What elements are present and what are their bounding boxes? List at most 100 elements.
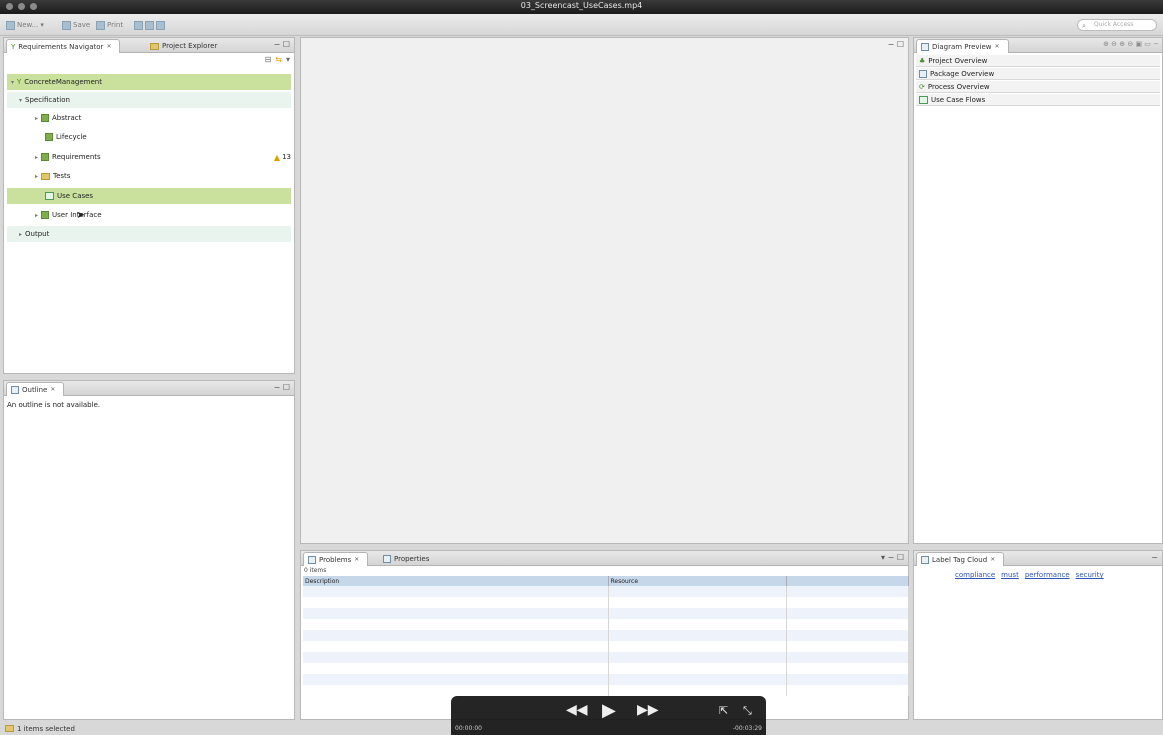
- editor-area[interactable]: − ☐: [300, 37, 909, 544]
- process-overview-icon: ⟳: [919, 82, 925, 91]
- minimize-maximize-controls[interactable]: − ☐: [274, 40, 290, 49]
- diagram-preview-tabrow: Diagram Preview ✕ ⊕ ⊖ ⊕ ⊖ ▣ ▭ −: [914, 38, 1162, 53]
- diagram-preview-icon: [921, 42, 929, 51]
- table-row: [303, 641, 909, 652]
- expand-arrow-icon[interactable]: ▾: [11, 79, 14, 86]
- navigator-icon: Y: [11, 42, 16, 51]
- play-icon[interactable]: ▶: [602, 700, 616, 721]
- tag-link[interactable]: security: [1076, 571, 1104, 579]
- tab-problems[interactable]: Problems ✕: [303, 552, 369, 566]
- tab-project-explorer-label: Project Explorer: [162, 42, 218, 50]
- window-titlebar: 03_Screencast_UseCases.mp4: [0, 0, 1163, 14]
- share-icon[interactable]: ⇱: [719, 704, 728, 717]
- tag-link[interactable]: performance: [1025, 571, 1070, 579]
- print-icon: [96, 20, 105, 30]
- print-button[interactable]: Print: [96, 19, 123, 31]
- table-row: [303, 674, 909, 685]
- tree-item-label: Requirements: [52, 153, 101, 161]
- fullscreen-icon[interactable]: ⤡: [743, 704, 752, 718]
- expand-arrow-icon[interactable]: ▸: [35, 154, 38, 161]
- requirements-icon: [45, 133, 53, 141]
- quick-access-search[interactable]: ⌕ Quick Access: [1077, 19, 1157, 31]
- tree-item-lifecycle[interactable]: Lifecycle: [7, 129, 291, 145]
- tree-item-use-cases[interactable]: Use Cases: [7, 188, 291, 204]
- expand-arrow-icon[interactable]: ▸: [35, 115, 38, 122]
- table-header-row: Description Resource: [303, 576, 909, 586]
- status-text: 1 items selected: [17, 724, 75, 733]
- tag-link[interactable]: must: [1001, 571, 1019, 579]
- tab-requirements-navigator[interactable]: Y Requirements Navigator ✕: [6, 39, 121, 53]
- editor-minimize-maximize-controls[interactable]: − ☐: [888, 40, 904, 49]
- tab-outline-label: Outline: [22, 385, 48, 394]
- diagram-preview-panel: Diagram Preview ✕ ⊕ ⊖ ⊕ ⊖ ▣ ▭ − ♣ Projec…: [913, 37, 1163, 544]
- problems-tabrow: Problems ✕ Properties ▾ − ☐: [301, 551, 908, 566]
- rewind-icon[interactable]: ◀◀: [566, 702, 588, 718]
- tab-properties[interactable]: Properties: [379, 552, 437, 566]
- save-icon: [62, 20, 71, 30]
- expand-arrow-icon[interactable]: ▸: [19, 231, 22, 238]
- minimize-control[interactable]: −: [1151, 553, 1158, 562]
- nav-arrows[interactable]: [134, 19, 165, 31]
- close-tab-icon[interactable]: ✕: [106, 43, 111, 50]
- tree-item-abstract[interactable]: ▸ Abstract: [7, 110, 291, 126]
- fast-forward-icon[interactable]: ▶▶: [637, 702, 659, 718]
- close-tab-icon[interactable]: ✕: [354, 556, 359, 563]
- tab-outline[interactable]: Outline ✕: [6, 382, 65, 396]
- tree-item-tests[interactable]: ▸ Tests: [7, 168, 291, 184]
- tree-item-user-interface[interactable]: ▸ User Interface ➤: [7, 207, 291, 223]
- problems-icon: [308, 555, 316, 564]
- close-tab-icon[interactable]: ✕: [50, 386, 55, 393]
- tree-item-label: ConcreteManagement: [24, 78, 102, 86]
- expand-arrow-icon[interactable]: ▸: [35, 212, 38, 219]
- save-button[interactable]: Save: [62, 19, 90, 31]
- new-button[interactable]: New... ▾: [6, 19, 44, 31]
- tree-item-specification[interactable]: ▾ Specification: [7, 92, 291, 108]
- diagram-item-process-overview[interactable]: ⟳ Process Overview: [916, 81, 1160, 93]
- close-tab-icon[interactable]: ✕: [990, 556, 995, 563]
- problems-summary: 0 items: [304, 567, 327, 574]
- print-button-label: Print: [107, 21, 124, 29]
- diagram-item-package-overview[interactable]: Package Overview: [916, 68, 1160, 80]
- minimize-maximize-controls[interactable]: − ☐: [274, 383, 290, 392]
- tab-requirements-navigator-label: Requirements Navigator: [18, 42, 104, 51]
- use-case-flows-icon: [919, 95, 928, 104]
- tab-label-tag-cloud[interactable]: Label Tag Cloud ✕: [916, 552, 1005, 566]
- outline-icon: [11, 385, 19, 394]
- warning-icon: ▲: [273, 152, 281, 162]
- forward-icon: [145, 20, 154, 30]
- column-header-description[interactable]: Description: [303, 576, 609, 586]
- remaining-time: -00:03:29: [732, 725, 762, 732]
- new-button-label: New...: [17, 21, 39, 29]
- column-header-resource[interactable]: Resource: [608, 576, 787, 586]
- tree-item-requirements[interactable]: ▸ Requirements ▲ 13: [7, 149, 291, 165]
- expand-arrow-icon[interactable]: ▸: [35, 173, 38, 180]
- tab-diagram-preview[interactable]: Diagram Preview ✕: [916, 39, 1009, 53]
- expand-arrow-icon[interactable]: ▾: [19, 97, 22, 104]
- problems-panel: Problems ✕ Properties ▾ − ☐ 0 items Desc…: [300, 550, 909, 720]
- column-header-blank[interactable]: [786, 576, 909, 586]
- table-row: [303, 608, 909, 619]
- minimize-maximize-controls[interactable]: ▾ − ☐: [881, 553, 904, 562]
- tag-link[interactable]: compliance: [955, 571, 995, 579]
- refresh-icon: [156, 20, 165, 30]
- tab-project-explorer[interactable]: Project Explorer: [146, 39, 225, 53]
- link-editor-icon[interactable]: ⇆: [275, 55, 282, 67]
- diagram-zoom-toolbar[interactable]: ⊕ ⊖ ⊕ ⊖ ▣ ▭ −: [1103, 40, 1159, 48]
- tree-item-concretemanagement[interactable]: ▾ Y ConcreteManagement: [7, 74, 291, 90]
- window-title: 03_Screencast_UseCases.mp4: [520, 1, 643, 10]
- tag-cloud-panel: Label Tag Cloud ✕ − compliance must perf…: [913, 550, 1163, 720]
- close-tab-icon[interactable]: ✕: [995, 43, 1000, 50]
- view-menu-icon[interactable]: ▾: [286, 55, 290, 67]
- project-overview-icon: ♣: [919, 56, 926, 65]
- collapse-all-icon[interactable]: ⊟: [265, 55, 272, 67]
- project-explorer-icon: [150, 42, 159, 50]
- diagram-item-project-overview[interactable]: ♣ Project Overview: [916, 55, 1160, 67]
- diagram-item-label: Project Overview: [928, 56, 988, 65]
- tab-diagram-preview-label: Diagram Preview: [932, 42, 992, 51]
- diagram-item-use-case-flows[interactable]: Use Case Flows: [916, 94, 1160, 106]
- warning-badge: ▲ 13: [274, 153, 291, 162]
- tree-item-output[interactable]: ▸ Output: [7, 226, 291, 242]
- tab-label-tag-cloud-label: Label Tag Cloud: [932, 555, 988, 564]
- problems-table: Description Resource: [303, 576, 909, 696]
- use-case-icon: [45, 192, 54, 200]
